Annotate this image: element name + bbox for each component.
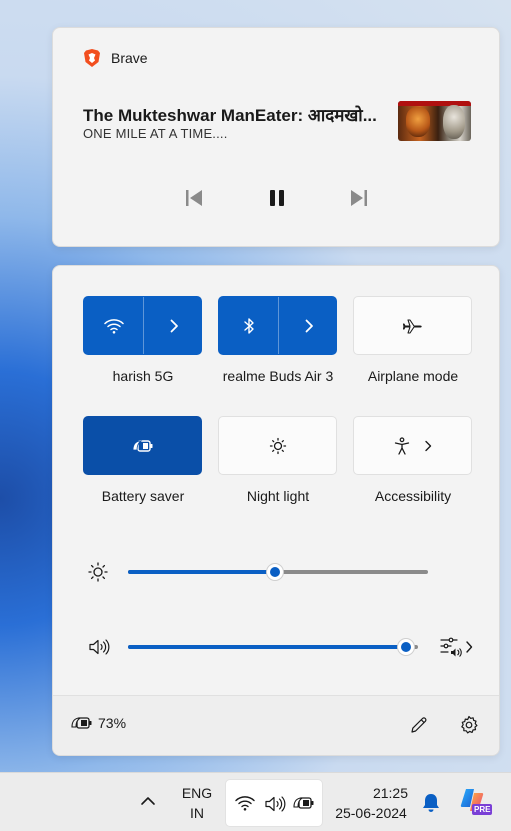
airplane-mode-tile[interactable] bbox=[353, 296, 472, 355]
media-artist: ONE MILE AT A TIME.... bbox=[83, 126, 228, 141]
pencil-icon bbox=[411, 717, 427, 733]
clock-date: 25-06-2024 bbox=[335, 805, 407, 821]
chevron-right-icon bbox=[305, 319, 313, 332]
volume-icon-wrap[interactable] bbox=[88, 638, 110, 656]
next-track-button[interactable] bbox=[344, 183, 374, 213]
media-controls bbox=[53, 183, 499, 213]
bell-icon bbox=[423, 794, 439, 812]
battery-percentage: 73% bbox=[98, 715, 127, 731]
battery-status-button[interactable]: 73% bbox=[71, 715, 126, 731]
chevron-right-icon bbox=[424, 440, 431, 451]
region-code: IN bbox=[190, 805, 204, 821]
quick-settings-footer: 73% bbox=[53, 695, 499, 755]
accessibility-tile-label: Accessibility bbox=[374, 488, 452, 504]
accessibility-tile[interactable] bbox=[353, 416, 472, 475]
night-light-tile-label: Night light bbox=[246, 488, 310, 504]
next-icon bbox=[351, 190, 367, 206]
wifi-tile bbox=[83, 296, 202, 355]
input-language-indicator[interactable]: ENG IN bbox=[177, 783, 217, 823]
media-thumbnail[interactable] bbox=[398, 101, 471, 141]
battery-saver-tile-label: Battery saver bbox=[101, 488, 185, 504]
speaker-volume-icon bbox=[89, 639, 110, 655]
copilot-button[interactable]: PRE bbox=[460, 787, 493, 819]
airplane-mode-tile-label: Airplane mode bbox=[367, 368, 459, 384]
wifi-toggle-button[interactable] bbox=[84, 297, 143, 354]
bluetooth-toggle-button[interactable] bbox=[219, 297, 278, 354]
brightness-icon bbox=[88, 562, 108, 582]
thumbnail-tiger bbox=[406, 107, 430, 137]
volume-slider-thumb[interactable] bbox=[397, 638, 415, 656]
battery-saver-icon bbox=[132, 439, 152, 452]
bluetooth-tile-label: realme Buds Air 3 bbox=[222, 368, 334, 384]
bluetooth-tile bbox=[218, 296, 337, 355]
brave-logo-icon bbox=[84, 49, 100, 67]
previous-track-button[interactable] bbox=[179, 183, 209, 213]
wifi-icon bbox=[235, 796, 255, 811]
audio-mixer-icon bbox=[440, 637, 462, 657]
bluetooth-expand-button[interactable] bbox=[279, 297, 338, 354]
clock-button[interactable]: 21:25 25-06-2024 bbox=[330, 783, 412, 823]
previous-icon bbox=[186, 190, 202, 206]
accessibility-icon bbox=[394, 436, 409, 455]
pause-button[interactable] bbox=[262, 183, 292, 213]
clock-time: 21:25 bbox=[372, 785, 408, 801]
show-hidden-icons-button[interactable] bbox=[140, 795, 156, 807]
brightness-slider[interactable] bbox=[128, 562, 428, 582]
night-light-tile[interactable] bbox=[218, 416, 337, 475]
volume-slider-fill bbox=[128, 645, 406, 649]
wifi-icon bbox=[103, 318, 124, 334]
copilot-preview-badge: PRE bbox=[472, 804, 493, 815]
media-app-name: Brave bbox=[111, 50, 148, 66]
pause-icon bbox=[270, 190, 284, 206]
battery-saver-icon bbox=[71, 717, 92, 729]
quick-settings-flyout: harish 5G realme Buds Air 3 Airplane mod… bbox=[52, 265, 500, 756]
speaker-volume-icon bbox=[265, 796, 286, 812]
notifications-button[interactable] bbox=[421, 792, 441, 814]
language-code: ENG bbox=[181, 785, 213, 801]
wifi-tile-label: harish 5G bbox=[112, 368, 174, 384]
chevron-up-icon bbox=[141, 797, 155, 805]
media-title: The Mukteshwar ManEater: आदमखो... bbox=[83, 106, 377, 125]
settings-button[interactable] bbox=[459, 715, 479, 735]
wifi-expand-button[interactable] bbox=[144, 297, 203, 354]
brightness-slider-thumb[interactable] bbox=[266, 563, 284, 581]
media-flyout: Brave The Mukteshwar ManEater: आदमखो... … bbox=[52, 27, 500, 247]
taskbar: ENG IN 21:25 25-06-2024 PRE bbox=[0, 772, 511, 831]
chevron-right-icon bbox=[466, 641, 473, 653]
thumbnail-person bbox=[443, 105, 465, 139]
battery-saver-tile[interactable] bbox=[83, 416, 202, 475]
media-app-header: Brave bbox=[83, 48, 148, 68]
system-tray-status-group[interactable] bbox=[225, 779, 323, 827]
brightness-slider-fill bbox=[128, 570, 275, 574]
thumbnail-banner bbox=[398, 101, 471, 106]
battery-saver-icon bbox=[293, 797, 314, 809]
airplane-icon bbox=[402, 318, 422, 334]
chevron-right-icon bbox=[170, 319, 178, 332]
night-light-icon bbox=[269, 437, 286, 454]
bluetooth-icon bbox=[243, 317, 254, 334]
edit-quick-settings-button[interactable] bbox=[409, 715, 429, 735]
audio-output-button[interactable] bbox=[439, 636, 473, 658]
brightness-icon-wrap bbox=[88, 562, 108, 582]
volume-slider[interactable] bbox=[128, 637, 418, 657]
gear-icon bbox=[461, 715, 478, 734]
